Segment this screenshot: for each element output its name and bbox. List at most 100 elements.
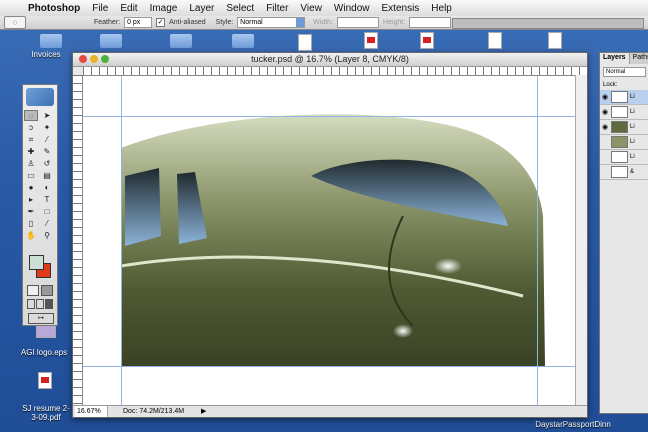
menu-image[interactable]: Image — [144, 3, 184, 14]
pen-tool-icon[interactable]: ✒ — [24, 206, 38, 217]
doc-size-info: Doc: 74.2M/213.4M — [123, 408, 185, 415]
image-canvas[interactable] — [83, 76, 575, 405]
palette-well[interactable] — [452, 18, 644, 29]
hand-tool-icon[interactable]: ✋ — [24, 230, 38, 241]
history-brush-icon[interactable]: ↺ — [40, 158, 54, 169]
close-button[interactable] — [79, 55, 87, 63]
vertical-ruler[interactable] — [73, 75, 83, 405]
guide-line[interactable] — [83, 116, 575, 117]
status-menu-arrow-icon[interactable]: ▶ — [201, 406, 206, 417]
menu-file[interactable]: File — [86, 3, 114, 14]
standard-mode-icon[interactable] — [27, 285, 39, 296]
screen-mode-icon[interactable] — [27, 299, 35, 309]
eyedropper-icon[interactable]: ⁄ — [40, 218, 54, 229]
layer-row[interactable]: ◉ Li — [600, 105, 648, 120]
menu-view[interactable]: View — [294, 3, 328, 14]
pdf-file-icon[interactable] — [364, 32, 378, 49]
file-icon[interactable] — [488, 32, 502, 49]
eye-icon[interactable]: ◉ — [602, 124, 609, 131]
width-input[interactable] — [337, 17, 380, 28]
document-titlebar[interactable]: tucker.psd @ 16.7% (Layer 8, CMYK/8) — [73, 53, 587, 67]
minimize-button[interactable] — [90, 55, 98, 63]
guide-line[interactable] — [121, 76, 122, 405]
antialias-checkbox[interactable]: ✓ — [156, 18, 166, 27]
eye-icon[interactable] — [602, 169, 609, 176]
document-window: tucker.psd @ 16.7% (Layer 8, CMYK/8) 16.… — [72, 52, 588, 418]
feather-label: Feather: — [94, 19, 121, 26]
menu-window[interactable]: Window — [328, 3, 376, 14]
options-bar: ◌ Feather: 0 px ✓ Anti-aliased Style: No… — [0, 16, 648, 30]
notes-tool-icon[interactable]: ▯ — [24, 218, 38, 229]
layer-row[interactable]: & — [600, 165, 648, 180]
dodge-tool-icon[interactable]: ◐ — [40, 182, 54, 193]
desktop-label-agi-logo[interactable]: AGI logo.eps — [14, 348, 74, 357]
type-tool-icon[interactable]: T — [40, 194, 54, 205]
gradient-tool-icon[interactable]: ▤ — [40, 170, 54, 181]
brush-tool-icon[interactable]: ✎ — [40, 146, 54, 157]
menu-photoshop[interactable]: Photoshop — [22, 3, 86, 14]
menu-extensis[interactable]: Extensis — [376, 3, 426, 14]
jump-to-imageready-icon[interactable]: ↦ — [28, 313, 54, 324]
slice-tool-icon[interactable]: ⁄ — [40, 134, 54, 145]
vertical-scrollbar[interactable] — [575, 75, 587, 405]
layer-thumbnail — [611, 151, 628, 163]
shape-tool-icon[interactable]: □ — [40, 206, 54, 217]
layer-row[interactable]: ◉ Li — [600, 120, 648, 135]
healing-brush-icon[interactable]: ✚ — [24, 146, 38, 157]
clone-stamp-icon[interactable]: ♙ — [24, 158, 38, 169]
marquee-preset-picker[interactable]: ◌ — [4, 16, 26, 29]
layer-row[interactable]: ◉ Li — [600, 90, 648, 105]
folder-icon[interactable] — [170, 34, 192, 48]
foreground-color-swatch[interactable] — [29, 255, 44, 270]
desktop-label-daystar[interactable]: DaystarPassportDinn — [528, 420, 618, 429]
body-highlight — [434, 258, 462, 274]
quick-mask-icon[interactable] — [41, 285, 53, 296]
zoom-tool-icon[interactable]: ⚲ — [40, 230, 54, 241]
folder-icon[interactable] — [40, 34, 62, 48]
guide-line[interactable] — [537, 76, 538, 405]
menu-help[interactable]: Help — [425, 3, 458, 14]
file-icon[interactable] — [548, 32, 562, 49]
screen-mode-icon[interactable] — [36, 299, 44, 309]
menu-bar: Photoshop File Edit Image Layer Select F… — [0, 0, 648, 17]
desktop-label-invoices[interactable]: Invoices — [26, 50, 66, 59]
path-select-icon[interactable]: ▸ — [24, 194, 38, 205]
move-tool-icon[interactable]: ➤ — [40, 110, 54, 121]
layer-row[interactable]: Li — [600, 135, 648, 150]
menu-layer[interactable]: Layer — [183, 3, 220, 14]
feather-input[interactable]: 0 px — [124, 17, 153, 28]
tab-layers[interactable]: Layers — [600, 53, 630, 64]
file-icon[interactable] — [298, 34, 312, 51]
blur-tool-icon[interactable]: ● — [24, 182, 38, 193]
lasso-tool-icon[interactable]: ↄ — [24, 122, 38, 133]
guide-line[interactable] — [83, 366, 575, 367]
eraser-tool-icon[interactable]: ▭ — [24, 170, 38, 181]
zoom-button[interactable] — [101, 55, 109, 63]
adobe-feather-logo[interactable] — [26, 88, 54, 106]
layer-row[interactable]: Li — [600, 150, 648, 165]
blend-mode-select[interactable]: Normal — [603, 67, 646, 77]
style-select[interactable]: Normal — [237, 17, 306, 28]
tab-paths[interactable]: Paths — [630, 53, 648, 64]
menu-filter[interactable]: Filter — [260, 3, 294, 14]
antialias-label: Anti-aliased — [169, 19, 206, 26]
layer-name: Li — [630, 109, 635, 115]
menu-select[interactable]: Select — [220, 3, 260, 14]
crop-tool-icon[interactable]: ⌗ — [24, 134, 38, 145]
screen-mode-icon[interactable] — [45, 299, 53, 309]
height-input[interactable] — [409, 17, 452, 28]
eye-icon[interactable] — [602, 154, 609, 161]
marquee-tool-icon[interactable]: ◌ — [24, 110, 38, 121]
desktop-label-resume[interactable]: SJ resume 2-3-09.pdf — [20, 404, 72, 422]
folder-icon[interactable] — [232, 34, 254, 48]
zoom-field[interactable]: 16.67% — [75, 406, 108, 417]
eye-icon[interactable] — [602, 139, 609, 146]
eye-icon[interactable]: ◉ — [602, 109, 609, 116]
folder-icon[interactable] — [100, 34, 122, 48]
pdf-file-icon[interactable] — [38, 372, 52, 389]
horizontal-ruler[interactable] — [83, 67, 587, 76]
pdf-file-icon[interactable] — [420, 32, 434, 49]
magic-wand-icon[interactable]: ✦ — [40, 122, 54, 133]
menu-edit[interactable]: Edit — [114, 3, 143, 14]
eye-icon[interactable]: ◉ — [602, 94, 609, 101]
